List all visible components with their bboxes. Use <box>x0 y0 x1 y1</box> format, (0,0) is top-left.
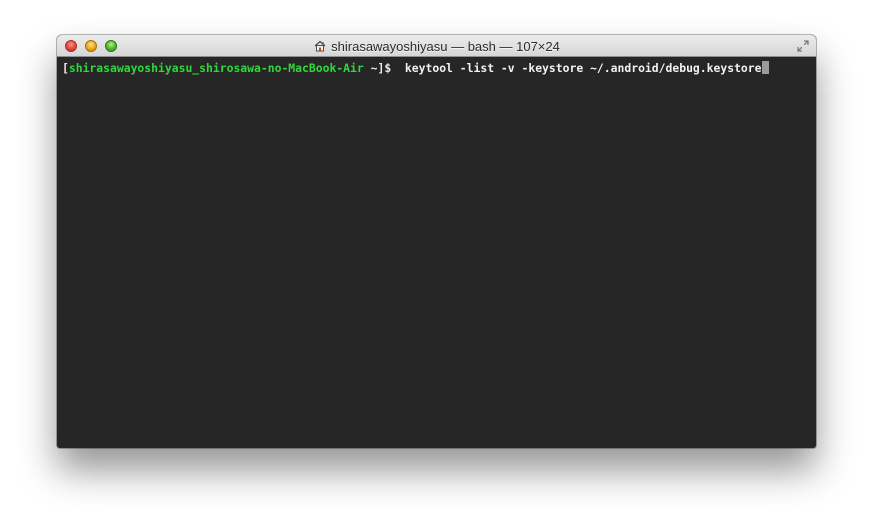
desktop: shirasawayoshiyasu — bash — 107×24 [shir… <box>0 0 873 528</box>
typed-command: keytool -list -v -keystore ~/.android/de… <box>398 61 762 75</box>
terminal-output[interactable]: [shirasawayoshiyasu_shirosawa-no-MacBook… <box>57 57 816 448</box>
home-icon <box>314 40 326 52</box>
window-title-group: shirasawayoshiyasu — bash — 107×24 <box>57 35 816 57</box>
text-cursor <box>761 61 769 74</box>
prompt-close: ~]$ <box>363 61 399 75</box>
prompt-user-host: shirasawayoshiyasu_shirosawa-no-MacBook-… <box>68 61 364 75</box>
fullscreen-icon[interactable] <box>796 39 810 53</box>
terminal-window: shirasawayoshiyasu — bash — 107×24 [shir… <box>57 35 816 448</box>
window-title: shirasawayoshiyasu — bash — 107×24 <box>331 38 560 54</box>
title-bar[interactable]: shirasawayoshiyasu — bash — 107×24 <box>57 35 816 57</box>
prompt-open-bracket: [ <box>62 61 69 75</box>
